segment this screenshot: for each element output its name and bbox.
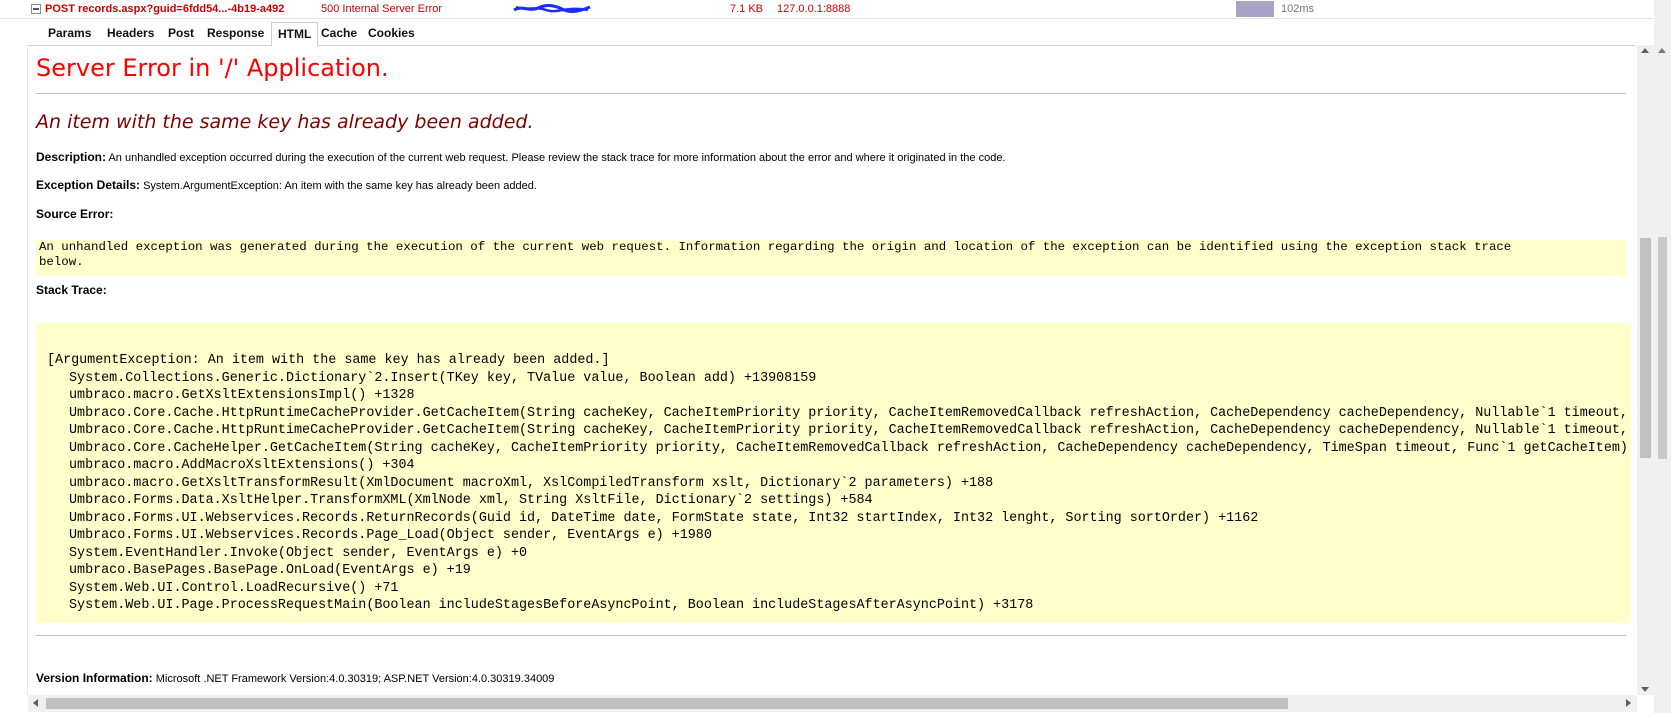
tab-html[interactable]: HTML [271,22,319,47]
stack-trace-line: Umbraco.Core.CacheHelper.GetCacheItem(St… [69,441,1631,456]
stack-trace-line: Umbraco.Forms.UI.Webservices.Records.Pag… [69,528,712,543]
exception-row: Exception Details: System.ArgumentExcept… [36,178,537,192]
stack-trace-line: umbraco.macro.AddMacroXsltExtensions() +… [69,458,415,473]
tab-bar: Params Headers Post Response HTML Cache … [27,22,1635,47]
stack-trace-line: umbraco.BasePages.BasePage.OnLoad(EventA… [69,563,471,578]
source-error-label: Source Error: [36,207,114,221]
stack-trace-row: Stack Trace: [36,283,107,297]
tab-cookies[interactable]: Cookies [362,22,421,44]
scroll-thumb[interactable] [1658,237,1667,459]
description-text: An unhandled exception occurred during t… [108,152,1006,164]
stack-trace-line: umbraco.macro.GetXsltExtensionsImpl() +1… [69,388,415,403]
scroll-thumb[interactable] [1640,238,1651,458]
divider [36,93,1626,94]
scroll-up-icon[interactable] [1658,48,1666,53]
request-time: 102ms [1281,3,1315,15]
scroll-up-icon[interactable] [1641,48,1649,53]
stack-trace-line: Umbraco.Forms.Data.XsltHelper.TransformX… [69,493,873,508]
scroll-left-icon[interactable] [33,699,38,707]
collapse-icon[interactable] [31,4,41,14]
source-error-row: Source Error: [36,207,113,221]
request-row[interactable]: POST records.aspx?guid=6fdd54...-4b19-a4… [0,0,1671,19]
error-message: An item with the same key has already be… [36,111,534,133]
exception-label: Exception Details: [36,178,141,192]
scroll-down-icon[interactable] [1641,687,1649,692]
panel-vertical-scrollbar[interactable] [1654,0,1671,713]
stack-trace-line: Umbraco.Core.Cache.HttpRuntimeCacheProvi… [69,406,1631,421]
stack-trace-line: System.Collections.Generic.Dictionary`2.… [69,371,817,386]
tab-post[interactable]: Post [162,22,200,44]
version-row: Version Information: Microsoft .NET Fram… [36,671,554,685]
description-label: Description: [36,150,107,164]
request-url[interactable]: POST records.aspx?guid=6fdd54...-4b19-a4… [45,0,284,18]
stack-trace-line: System.EventHandler.Invoke(Object sender… [69,546,528,561]
tab-headers[interactable]: Headers [101,22,160,44]
request-size: 7.1 KB [730,3,764,15]
source-error-box: An unhandled exception was generated dur… [36,240,1626,276]
stack-trace-box: [ArgumentException: An item with the sam… [36,323,1631,623]
scroll-right-icon[interactable] [1626,699,1631,707]
tab-cache[interactable]: Cache [315,22,363,44]
stack-trace-line: umbraco.macro.GetXsltTransformResult(Xml… [69,476,994,491]
stack-trace-line: [ArgumentException: An item with the sam… [47,353,610,368]
stack-trace-line: Umbraco.Core.Cache.HttpRuntimeCacheProvi… [69,423,1631,438]
request-status: 500 Internal Server Error [321,3,443,15]
scroll-thumb[interactable] [46,698,1288,709]
description-row: Description: An unhandled exception occu… [36,150,1006,164]
exception-text: System.ArgumentException: An item with t… [143,180,537,192]
tab-response[interactable]: Response [201,22,270,44]
redacted-domain [513,4,591,13]
tab-params[interactable]: Params [42,22,97,44]
preview-horizontal-scrollbar[interactable] [28,695,1637,712]
stack-trace-line: System.Web.UI.Page.ProcessRequestMain(Bo… [69,598,1034,613]
page-title: Server Error in '/' Application. [36,54,389,82]
stack-trace-line: System.Web.UI.Control.LoadRecursive() +7… [69,581,399,596]
version-label: Version Information: [36,671,153,685]
divider [36,635,1626,636]
preview-vertical-scrollbar[interactable] [1637,45,1654,695]
stack-trace-label: Stack Trace: [36,283,107,297]
timeline-bar [1236,1,1274,17]
request-remote-ip: 127.0.0.1:8888 [777,3,851,15]
stack-trace-line: Umbraco.Forms.UI.Webservices.Records.Ret… [69,511,1259,526]
html-preview-pane[interactable]: Server Error in '/' Application. An item… [28,46,1635,693]
version-text: Microsoft .NET Framework Version:4.0.303… [155,673,555,685]
